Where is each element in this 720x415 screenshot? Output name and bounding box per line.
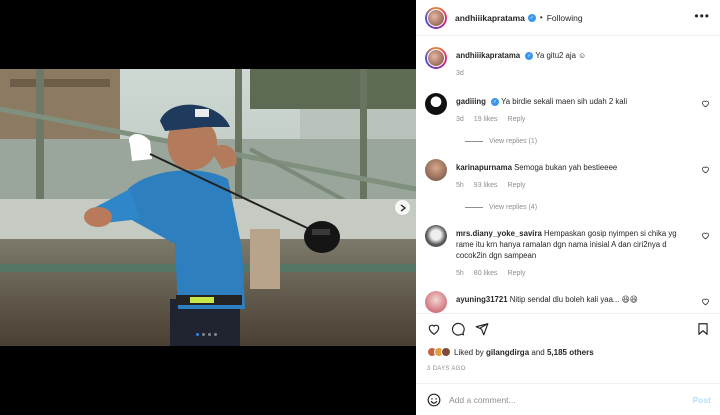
reply-button[interactable]: Reply [508,116,526,123]
view-replies-label: View replies (4) [489,204,538,211]
comment-body: Semoga bukan yah bestieeee [514,163,618,172]
separator-dot: • [539,13,543,22]
share-icon[interactable] [475,322,489,336]
view-replies-button[interactable]: View replies (4) [465,204,537,211]
liked-by-user[interactable]: gilangdirga [486,348,529,357]
heart-icon[interactable] [701,165,710,174]
media-panel [0,0,416,415]
comment-meta: 5h 93 likes Reply [456,182,525,189]
heart-icon[interactable] [701,231,710,240]
verified-badge-icon: ✓ [525,51,534,60]
heart-icon[interactable] [701,99,710,108]
add-comment-bar: Post [416,383,720,415]
caption-time: 3d [456,70,464,77]
commenter-avatar[interactable] [425,159,447,181]
post-date: 3 DAYS AGO [427,366,466,372]
instagram-post-modal: andhiiikapratama ✓ • Following ••• andhi… [0,0,720,415]
emoji-icon[interactable] [427,393,441,407]
post-comment-button[interactable]: Post [693,395,711,405]
comment-time: 5h [456,270,464,277]
following-button[interactable]: Following [547,13,583,23]
caption-text: andhiiikapratama ✓ Ya gitu2 aja ☺ [456,50,696,61]
liker-avatar [441,347,451,357]
comment-text: karinapurnama Semoga bukan yah bestieeee [456,162,696,173]
carousel-dot [208,333,211,336]
heart-icon[interactable] [427,322,441,336]
reply-button[interactable]: Reply [508,182,526,189]
liked-by: Liked by gilangdirga and 5,185 others [427,347,594,357]
comment-likes[interactable]: 19 likes [474,116,498,123]
commenter-avatar[interactable] [425,93,447,115]
liked-by-text: Liked by gilangdirga and 5,185 others [454,348,594,357]
post-header: andhiiikapratama ✓ • Following ••• [416,0,720,36]
author-avatar[interactable] [425,6,447,29]
carousel-dot [202,333,205,336]
comment-body: Ya birdie sekali maen sih udah 2 kali [501,97,628,106]
next-media-button[interactable] [395,200,410,215]
commenter-avatar[interactable] [425,225,447,247]
comment-time: 5h [456,182,464,189]
comment-text: gadiiing ✓ Ya birdie sekali maen sih uda… [456,96,696,107]
chevron-right-icon [400,203,406,212]
comment-likes[interactable]: 93 likes [474,182,498,189]
comment-text: ayuning31721 Nitip sendal dlu boleh kali… [456,294,696,305]
carousel-dots [196,333,217,336]
comment-body: Nitip sendal dlu boleh kali yaa... 😆😆 [509,295,638,304]
verified-badge-icon: ✓ [527,13,536,22]
comment-text: mrs.diany_yoke_savira Hempaskan gosip ny… [456,228,696,261]
comment-username[interactable]: karinapurnama [456,163,512,172]
carousel-dot [214,333,217,336]
view-replies-button[interactable]: View replies (1) [465,138,537,145]
comment-likes[interactable]: 80 likes [474,270,498,277]
heart-icon[interactable] [701,297,710,306]
caption-meta: 3d [456,70,464,77]
action-bar [416,313,720,351]
post-photo [0,69,416,346]
comment-meta: 5h 80 likes Reply [456,270,525,277]
author-username[interactable]: andhiiikapratama [455,13,525,23]
author-avatar[interactable] [425,47,447,69]
more-options-icon[interactable]: ••• [694,10,710,22]
verified-badge-icon: ✓ [491,97,500,106]
post-side-panel: andhiiikapratama ✓ • Following ••• andhi… [416,0,720,415]
caption-body: Ya gitu2 aja ☺ [535,51,587,60]
add-comment-input[interactable] [449,394,669,405]
comment-time: 3d [456,116,464,123]
reply-button[interactable]: Reply [508,270,526,277]
comment-username[interactable]: gadiiing [456,97,486,106]
and-label: and [531,347,545,357]
liked-by-label: Liked by [454,347,484,357]
caption-username[interactable]: andhiiikapratama [456,51,520,60]
comment-username[interactable]: ayuning31721 [456,295,508,304]
comments-list: andhiiikapratama ✓ Ya gitu2 aja ☺ 3d gad… [416,37,720,313]
bookmark-icon[interactable] [696,322,710,336]
comment-icon[interactable] [451,322,465,336]
comment-meta: 3d 19 likes Reply [456,116,525,123]
commenter-avatar[interactable] [425,291,447,313]
carousel-dot [196,333,199,336]
likes-count[interactable]: 5,185 others [547,348,594,357]
view-replies-label: View replies (1) [489,138,538,145]
comment-username[interactable]: mrs.diany_yoke_savira [456,229,542,238]
